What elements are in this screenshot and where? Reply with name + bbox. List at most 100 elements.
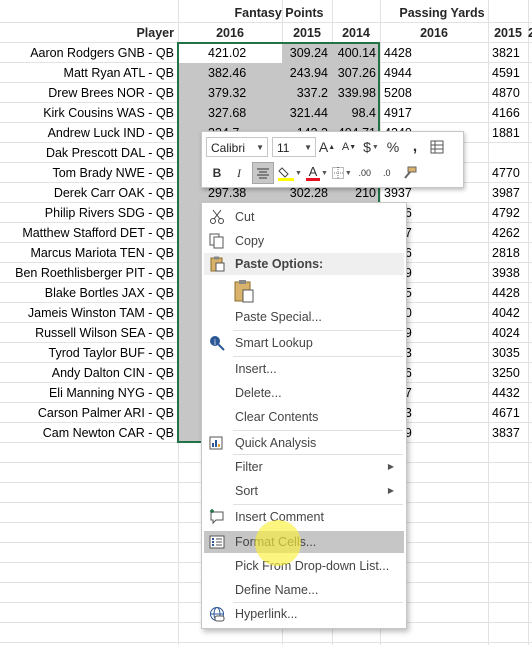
- player-name-cell[interactable]: Drew Brees NOR - QB: [0, 83, 178, 103]
- data-cell-p14[interactable]: 3: [528, 323, 532, 343]
- data-cell-p15[interactable]: 4671: [488, 403, 528, 423]
- data-cell-f16[interactable]: 379.32: [178, 83, 282, 103]
- center-align-button[interactable]: [252, 162, 274, 184]
- data-cell-p15[interactable]: 3987: [488, 183, 528, 203]
- menu-item-smart-lookup[interactable]: i Smart Lookup: [204, 332, 404, 354]
- data-cell-p14[interactable]: 3: [528, 363, 532, 383]
- player-name-cell[interactable]: Carson Palmer ARI - QB: [0, 403, 178, 423]
- data-cell-p14[interactable]: 2: [528, 283, 532, 303]
- player-name-cell[interactable]: Ben Roethlisberger PIT - QB: [0, 263, 178, 283]
- data-cell-p16[interactable]: 4917: [380, 103, 488, 123]
- comma-style-button[interactable]: ,: [406, 136, 424, 158]
- data-cell-f15[interactable]: 309.24: [282, 43, 332, 63]
- data-cell-f15[interactable]: 337.2: [282, 83, 332, 103]
- data-cell-p14[interactable]: 4: [528, 83, 532, 103]
- data-cell-p14[interactable]: [528, 243, 532, 263]
- data-cell-p15[interactable]: 4166: [488, 103, 528, 123]
- player-name-cell[interactable]: Jameis Winston TAM - QB: [0, 303, 178, 323]
- data-cell-p14[interactable]: 4: [528, 223, 532, 243]
- menu-item-delete[interactable]: Delete...: [204, 382, 404, 404]
- data-cell-p15[interactable]: 4042: [488, 303, 528, 323]
- data-cell-p15[interactable]: 4792: [488, 203, 528, 223]
- data-cell-p14[interactable]: 4: [528, 43, 532, 63]
- data-cell-p14[interactable]: 4: [528, 123, 532, 143]
- data-cell-p15[interactable]: 4024: [488, 323, 528, 343]
- increase-font-size-button[interactable]: A ▲: [318, 136, 336, 158]
- data-cell-p14[interactable]: 3: [528, 423, 532, 443]
- data-cell-p15[interactable]: 1881: [488, 123, 528, 143]
- menu-item-hyperlink[interactable]: Hyperlink...: [204, 603, 404, 625]
- data-cell-f14[interactable]: 400.14: [332, 43, 380, 63]
- data-cell-p14[interactable]: [528, 143, 532, 163]
- decrease-decimal-button[interactable]: .0: [378, 162, 396, 184]
- player-name-cell[interactable]: Andrew Luck IND - QB: [0, 123, 178, 143]
- menu-item-quick-analysis[interactable]: Quick Analysis: [204, 432, 404, 454]
- player-name-cell[interactable]: Marcus Mariota TEN - QB: [0, 243, 178, 263]
- player-name-cell[interactable]: Kirk Cousins WAS - QB: [0, 103, 178, 123]
- data-cell-f15[interactable]: 243.94: [282, 63, 332, 83]
- data-cell-f15[interactable]: 321.44: [282, 103, 332, 123]
- data-cell-p15[interactable]: 3821: [488, 43, 528, 63]
- format-table-button[interactable]: [428, 136, 446, 158]
- italic-button[interactable]: I: [230, 162, 248, 184]
- data-cell-f16[interactable]: 327.68: [178, 103, 282, 123]
- data-cell-p14[interactable]: [528, 343, 532, 363]
- data-cell-p14[interactable]: 3: [528, 183, 532, 203]
- data-cell-p16[interactable]: 4428: [380, 43, 488, 63]
- player-name-cell[interactable]: Eli Manning NYG - QB: [0, 383, 178, 403]
- player-name-cell[interactable]: Philip Rivers SDG - QB: [0, 203, 178, 223]
- menu-item-pick-from-list[interactable]: Pick From Drop-down List...: [204, 555, 404, 577]
- data-cell-p15[interactable]: [488, 143, 528, 163]
- data-cell-p14[interactable]: 4: [528, 263, 532, 283]
- player-name-cell[interactable]: Russell Wilson SEA - QB: [0, 323, 178, 343]
- decrease-font-size-button[interactable]: A ▼: [340, 136, 358, 158]
- menu-item-paste-special[interactable]: Paste Special...: [204, 306, 404, 328]
- font-size-combo[interactable]: 11 ▼: [272, 137, 316, 157]
- player-name-cell[interactable]: Matt Ryan ATL - QB: [0, 63, 178, 83]
- data-cell-p15[interactable]: 3837: [488, 423, 528, 443]
- player-name-cell[interactable]: Aaron Rodgers GNB - QB: [0, 43, 178, 63]
- data-cell-f16[interactable]: 382.46: [178, 63, 282, 83]
- menu-item-insert[interactable]: Insert...: [204, 358, 404, 380]
- player-name-cell[interactable]: Cam Newton CAR - QB: [0, 423, 178, 443]
- data-cell-p15[interactable]: 3035: [488, 343, 528, 363]
- player-name-cell[interactable]: Tom Brady NWE - QB: [0, 163, 178, 183]
- borders-button[interactable]: ▼: [331, 162, 352, 184]
- data-cell-p15[interactable]: 3938: [488, 263, 528, 283]
- data-cell-p16[interactable]: 4944: [380, 63, 488, 83]
- font-color-button[interactable]: A ▼: [305, 162, 328, 184]
- data-cell-p15[interactable]: 4770: [488, 163, 528, 183]
- format-painter-button[interactable]: [400, 162, 418, 184]
- data-cell-p15[interactable]: 3250: [488, 363, 528, 383]
- player-name-cell[interactable]: Matthew Stafford DET - QB: [0, 223, 178, 243]
- menu-item-cut[interactable]: Cut: [204, 206, 404, 228]
- data-cell-p15[interactable]: 2818: [488, 243, 528, 263]
- menu-item-define-name[interactable]: Define Name...: [204, 579, 404, 601]
- data-cell-f14[interactable]: 339.98: [332, 83, 380, 103]
- data-cell-p15[interactable]: 4428: [488, 283, 528, 303]
- menu-item-insert-comment[interactable]: Insert Comment: [204, 506, 404, 528]
- player-name-cell[interactable]: Derek Carr OAK - QB: [0, 183, 178, 203]
- data-cell-p15[interactable]: 4591: [488, 63, 528, 83]
- accounting-format-button[interactable]: $ ▼: [362, 136, 380, 158]
- data-cell-p14[interactable]: 4: [528, 203, 532, 223]
- data-cell-p16[interactable]: 5208: [380, 83, 488, 103]
- menu-item-clear-contents[interactable]: Clear Contents: [204, 406, 404, 428]
- data-cell-p14[interactable]: 1: [528, 403, 532, 423]
- percent-style-button[interactable]: %: [384, 136, 402, 158]
- data-cell-p15[interactable]: 4262: [488, 223, 528, 243]
- menu-item-sort[interactable]: Sort ▶: [204, 480, 404, 502]
- font-name-combo[interactable]: Calibri ▼: [206, 137, 268, 157]
- data-cell-p14[interactable]: 4: [528, 163, 532, 183]
- player-name-cell[interactable]: Tyrod Taylor BUF - QB: [0, 343, 178, 363]
- data-cell-p15[interactable]: 4432: [488, 383, 528, 403]
- bold-button[interactable]: B: [208, 162, 226, 184]
- player-name-cell[interactable]: Andy Dalton CIN - QB: [0, 363, 178, 383]
- menu-item-filter[interactable]: Filter ▶: [204, 456, 404, 478]
- fill-color-button[interactable]: ▼: [278, 162, 302, 184]
- data-cell-p14[interactable]: 1: [528, 103, 532, 123]
- data-cell-p14[interactable]: [528, 303, 532, 323]
- player-name-cell[interactable]: Blake Bortles JAX - QB: [0, 283, 178, 303]
- data-cell-p14[interactable]: 4: [528, 63, 532, 83]
- data-cell-p15[interactable]: 4870: [488, 83, 528, 103]
